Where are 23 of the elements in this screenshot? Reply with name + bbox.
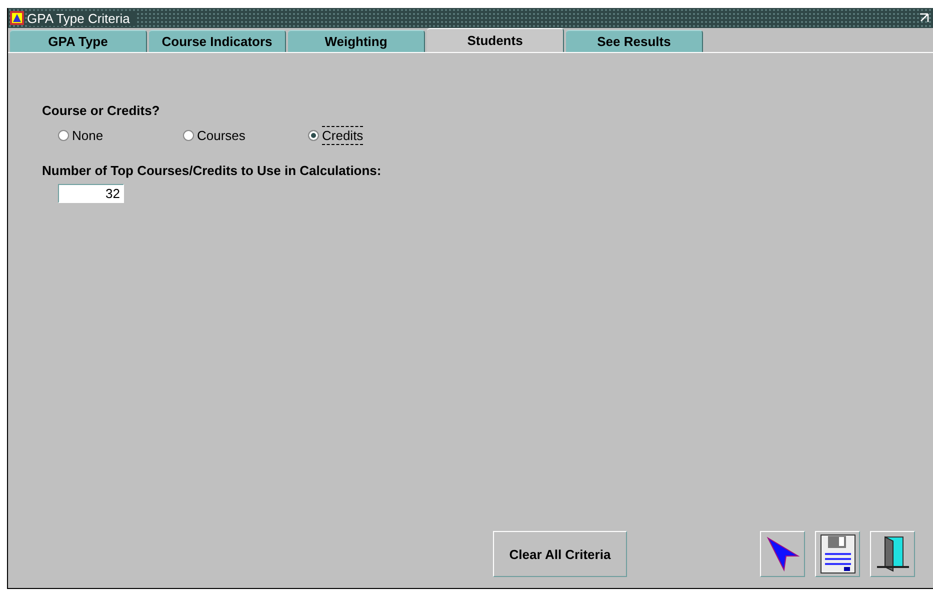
radio-button[interactable]	[308, 130, 319, 141]
cursor-arrow-icon	[766, 536, 800, 572]
number-field[interactable]: 32	[58, 184, 124, 203]
app-icon	[10, 11, 24, 25]
radio-label[interactable]: Courses	[197, 126, 246, 145]
tab[interactable]: Weighting	[288, 30, 425, 52]
pointer-button[interactable]	[760, 531, 805, 577]
section-label: Course or Credits?	[42, 103, 161, 118]
window-title: GPA Type Criteria	[27, 10, 136, 26]
radio-button[interactable]	[183, 130, 194, 141]
clear-button[interactable]: Clear All Criteria	[493, 531, 627, 577]
maximize-icon[interactable]	[919, 13, 929, 23]
exit-button[interactable]	[870, 531, 915, 577]
radio-label[interactable]: Credits	[322, 126, 364, 145]
field-label: Number of Top Courses/Credits to Use in Calculations:	[42, 163, 382, 178]
tab[interactable]: GPA Type	[10, 30, 147, 52]
door-icon	[874, 535, 910, 573]
radio-button[interactable]	[58, 130, 69, 141]
tab[interactable]: Students	[427, 28, 564, 52]
save-button[interactable]	[815, 531, 860, 577]
tab[interactable]: See Results	[566, 30, 703, 52]
radio-label[interactable]: None	[72, 126, 104, 145]
tab[interactable]: Course Indicators	[149, 30, 286, 52]
